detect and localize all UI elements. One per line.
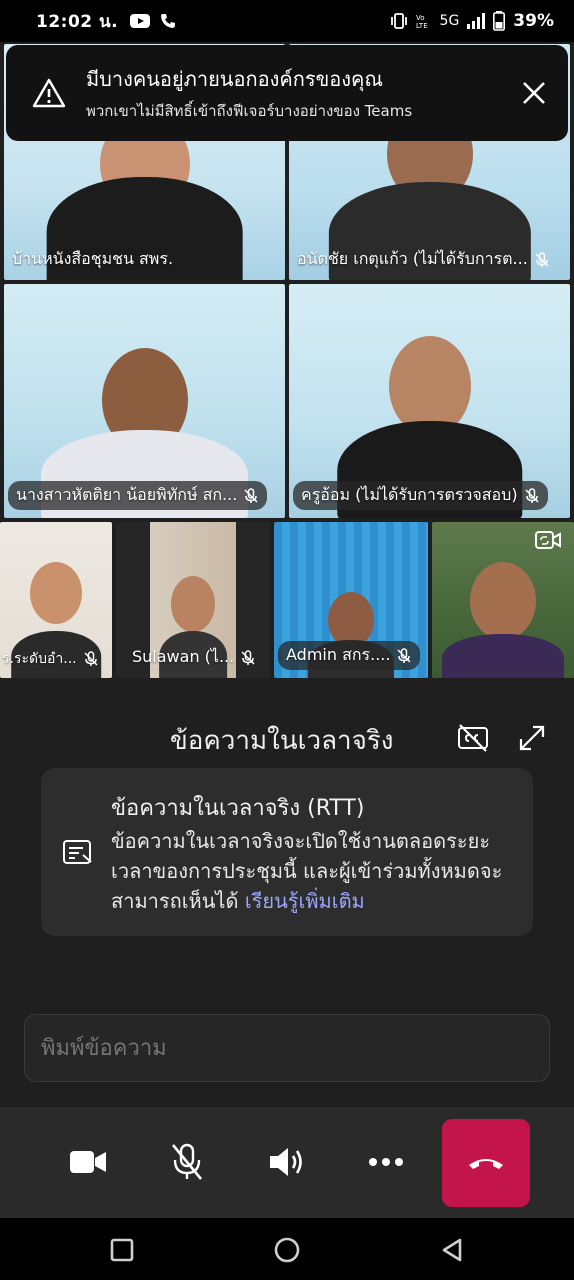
rtt-title: ข้อความในเวลาจริง: [170, 726, 394, 756]
mic-off-icon: [244, 487, 258, 503]
youtube-icon: [130, 14, 151, 28]
status-time: 12:02 น.: [36, 11, 119, 32]
svg-text:LTE: LTE: [416, 22, 428, 29]
participant-tile[interactable]: นางสาวหัตติยา น้อยพิทักษ์ สก...: [4, 284, 285, 518]
more-icon: [369, 1158, 403, 1166]
participant-name: Sulawan (ไ...: [132, 645, 262, 670]
mute-button[interactable]: [162, 1137, 212, 1187]
video-camera-icon: [70, 1151, 106, 1173]
participant-name: ครูอ้อม (ไม่ได้รับการตรวจสอบ): [293, 481, 548, 510]
external-users-banner: มีบางคนอยู่ภายนอกองค์กรของคุณ พวกเขาไม่ม…: [6, 45, 568, 141]
participant-name: Admin สกร....: [278, 641, 421, 670]
participant-name: ร.ระดับอำ...: [2, 648, 104, 670]
participant-name: บ้านหนังสือชุมชน สพร.: [12, 249, 174, 268]
self-view-tile[interactable]: [432, 522, 574, 678]
banner-title: มีบางคนอยู่ภายนอกองค์กรของคุณ: [86, 67, 383, 91]
rtt-card-title: ข้อความในเวลาจริง (RTT): [111, 796, 365, 821]
participant-tile[interactable]: ครูอ้อม (ไม่ได้รับการตรวจสอบ): [289, 284, 570, 518]
switch-camera-icon[interactable]: [534, 528, 562, 552]
phone-icon: [161, 14, 176, 28]
hang-up-button[interactable]: [442, 1119, 530, 1207]
signal-icon: [467, 13, 486, 29]
participant-tile[interactable]: Sulawan (ไ...: [116, 522, 270, 678]
vibrate-icon: [390, 13, 407, 29]
mic-off-icon: [397, 647, 411, 663]
banner-subtitle: พวกเขาไม่มีสิทธิ์เข้าถึงฟีเจอร์บางอย่างข…: [86, 102, 413, 120]
volte-icon: VoLTE: [416, 14, 428, 29]
status-bar: 12:02 น. Vo LTE 5G 39%: [0, 0, 574, 42]
recents-icon[interactable]: [108, 1236, 136, 1264]
svg-text:Vo: Vo: [416, 14, 425, 22]
learn-more-link[interactable]: เรียนรู้เพิ่มเติม: [245, 889, 365, 913]
hang-up-icon: [469, 1159, 503, 1169]
close-icon[interactable]: [518, 77, 550, 109]
speaker-button[interactable]: [262, 1137, 312, 1187]
rtt-document-icon: [63, 840, 92, 864]
rtt-info-card: ข้อความในเวลาจริง (RTT) ข้อความในเวลาจริ…: [41, 768, 533, 936]
microphone-off-icon: [171, 1143, 203, 1180]
speaker-icon: [270, 1148, 302, 1176]
rtt-header: ข้อความในเวลาจริง: [0, 716, 574, 762]
network-label: 5G: [439, 13, 460, 29]
call-controls: [0, 1107, 574, 1218]
mic-off-icon: [84, 651, 98, 666]
participant-name: อนัตชัย เกตุแก้ว (ไม่ได้รับการต...: [297, 247, 562, 272]
warning-icon: [32, 78, 66, 108]
back-icon[interactable]: [438, 1236, 466, 1264]
mic-off-icon: [241, 649, 255, 665]
battery-icon: [493, 11, 506, 31]
mic-off-icon: [525, 487, 539, 503]
expand-icon[interactable]: [516, 722, 548, 754]
participant-name: นางสาวหัตติยา น้อยพิทักษ์ สก...: [8, 481, 268, 510]
participant-tile[interactable]: ร.ระดับอำ...: [0, 522, 112, 678]
system-nav-bar: [0, 1218, 574, 1280]
mic-off-icon: [535, 251, 549, 267]
more-options-button[interactable]: [361, 1137, 411, 1187]
participant-tile[interactable]: Admin สกร....: [274, 522, 428, 678]
camera-button[interactable]: [63, 1137, 113, 1187]
battery-percent: 39%: [513, 11, 554, 31]
captions-off-icon[interactable]: [456, 722, 490, 754]
message-input[interactable]: [24, 1014, 550, 1082]
home-icon[interactable]: [273, 1236, 301, 1264]
rtt-card-body: ข้อความในเวลาจริงจะเปิดใช้งานตลอดระยะเวล…: [111, 829, 503, 913]
